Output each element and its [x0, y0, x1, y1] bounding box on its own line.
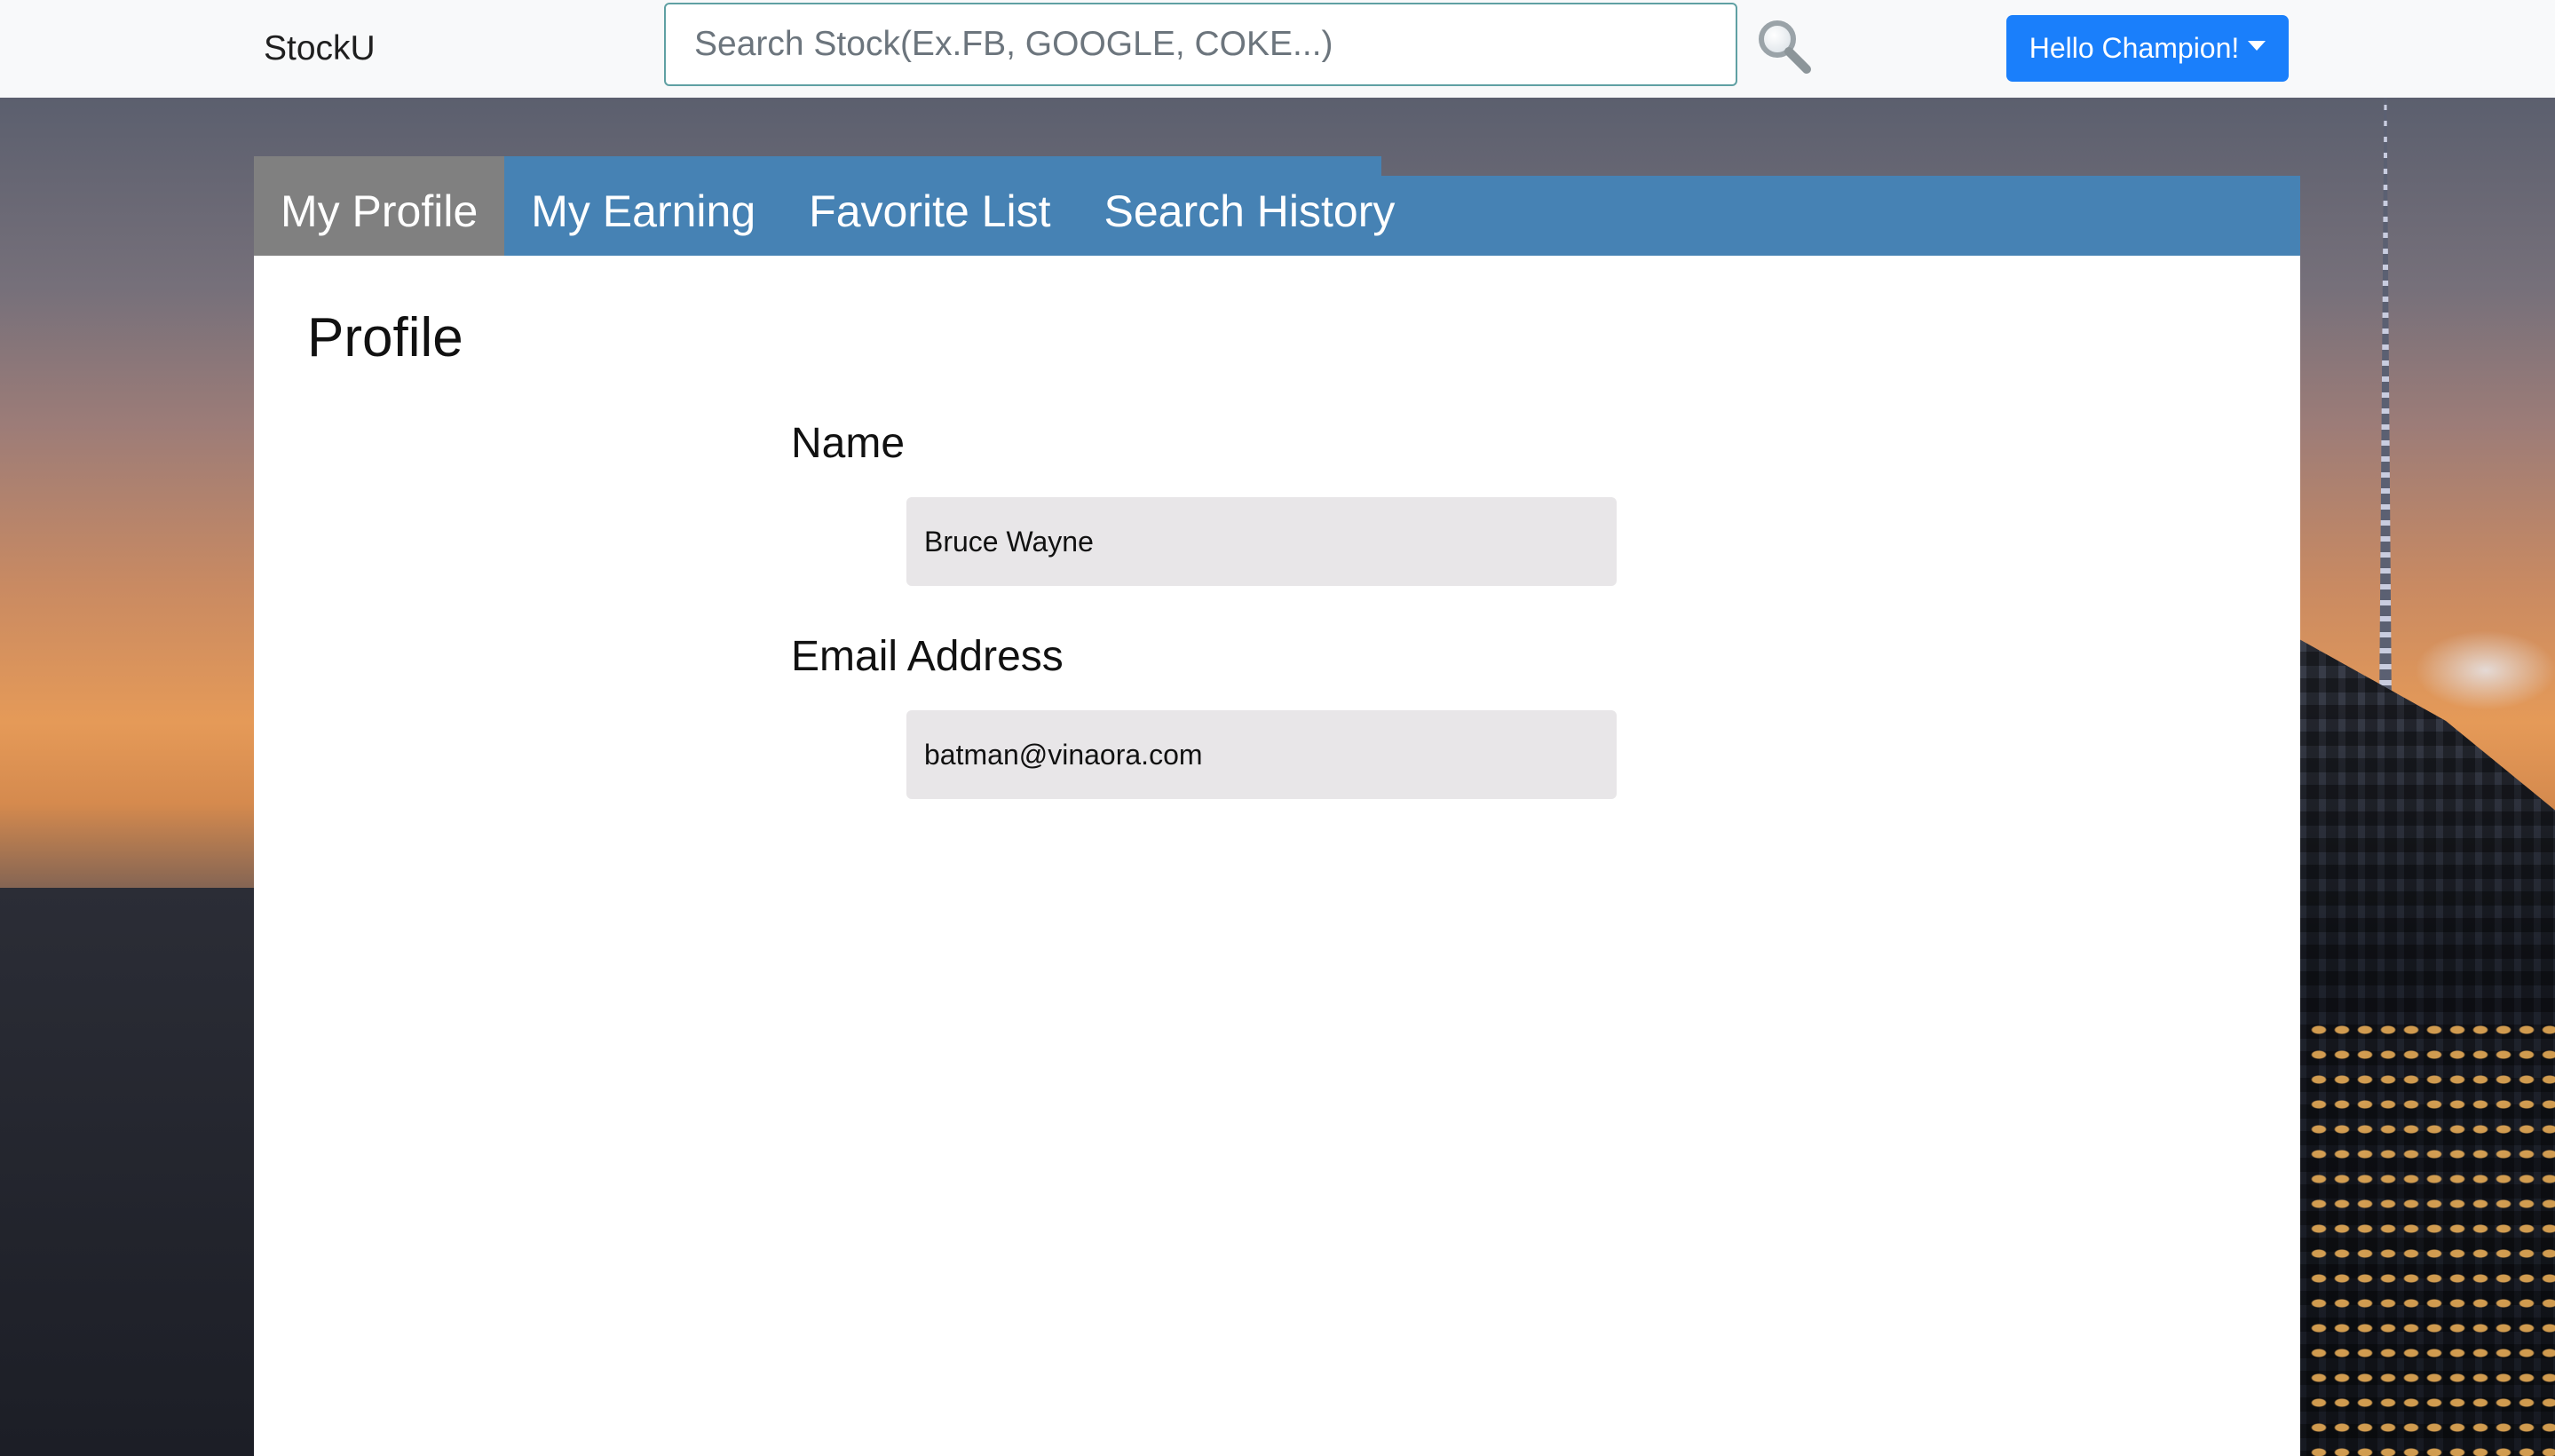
- user-menu-button[interactable]: Hello Champion!: [2006, 15, 2289, 82]
- tab-search-history[interactable]: Search History: [1077, 156, 1421, 256]
- brand-logo[interactable]: StockU: [264, 27, 376, 71]
- profile-tabs: My Profile My Earning Favorite List Sear…: [254, 156, 1421, 256]
- user-menu-label: Hello Champion!: [2029, 32, 2240, 64]
- caret-down-icon: [2248, 41, 2266, 51]
- background-smoke: [2415, 630, 2555, 710]
- background-tower-lights: [2308, 1021, 2555, 1456]
- profile-panel: Profile Name Bruce Wayne Email Address b…: [254, 256, 2300, 1456]
- magnifier-icon: [1759, 20, 1811, 74]
- top-navbar: StockU Hello Champion!: [0, 0, 2555, 98]
- stock-search-input[interactable]: [664, 3, 1737, 86]
- name-label: Name: [791, 420, 906, 467]
- email-label: Email Address: [791, 633, 1064, 680]
- name-field: Bruce Wayne: [906, 497, 1617, 586]
- search-button[interactable]: [1753, 16, 1814, 76]
- tab-my-profile[interactable]: My Profile: [254, 156, 505, 256]
- tab-my-earning[interactable]: My Earning: [504, 156, 782, 256]
- page-title: Profile: [307, 307, 463, 368]
- background-spire: [2379, 98, 2392, 710]
- email-field: batman@vinaora.com: [906, 710, 1617, 799]
- background-city-left: [0, 888, 266, 1456]
- tab-favorite-list[interactable]: Favorite List: [782, 156, 1077, 256]
